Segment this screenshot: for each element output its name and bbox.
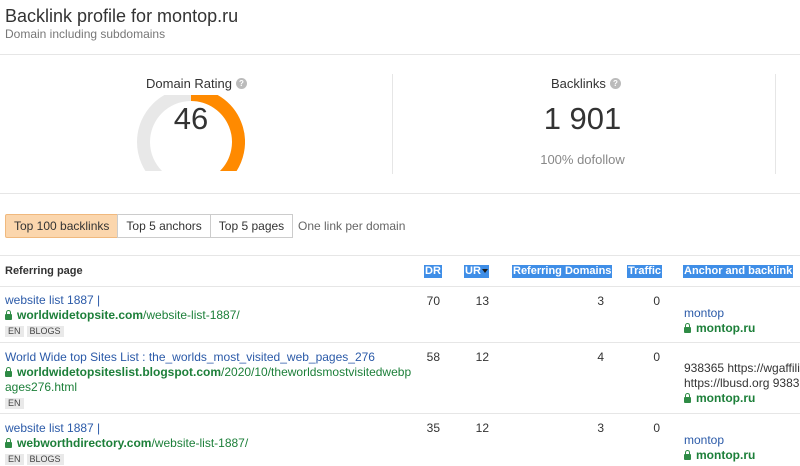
column-referring-domains[interactable]: Referring Domains [512,265,613,278]
anchor-text-line-1: 938365 https://wgaffili [684,361,800,375]
sort-desc-icon [481,269,488,274]
backlinks-value: 1 901 [543,101,622,136]
category-tag: BLOGS [26,326,64,337]
language-tag: EN [5,326,24,337]
backlink-target[interactable]: montop.ru [684,391,755,405]
lock-icon [684,450,691,460]
tags: EN BLOGS [5,451,67,465]
column-dr[interactable]: DR [424,265,442,278]
referring-page-url-continued[interactable]: ages276.html [5,380,77,395]
tags: EN BLOGS [5,323,67,337]
lock-icon [5,367,12,377]
traffic-value: 0 [653,294,660,308]
row-divider [0,342,800,343]
lock-icon [684,393,691,403]
metric-divider [392,74,393,174]
ur-value: 13 [475,294,489,308]
help-icon[interactable]: ? [236,78,247,89]
lock-icon [5,438,12,448]
anchor-text: montop [684,306,725,320]
language-tag: EN [5,454,24,465]
tab-top-5-anchors[interactable]: Top 5 anchors [117,214,211,238]
category-tag: BLOGS [26,454,64,465]
referring-page-url[interactable]: worldwidetopsiteslist.blogspot.com/2020/… [5,365,411,380]
page-subtitle: Domain including subdomains [5,27,166,41]
tab-top-100-backlinks[interactable]: Top 100 backlinks [5,214,119,238]
backlink-tabs: Top 100 backlinks Top 5 anchors Top 5 pa… [5,214,294,238]
anchor-text-line-2: https://lbusd.org 9383( [684,376,800,390]
referring-page-url[interactable]: worldwidetopsite.com/website-list-1887/ [5,308,240,323]
referring-domains-value: 4 [597,350,604,364]
referring-page-url[interactable]: webworthdirectory.com/website-list-1887/ [5,436,248,451]
metric-divider [775,74,776,174]
referring-page-title[interactable]: World Wide top Sites List : the_worlds_m… [5,350,375,364]
anchor-text: montop [684,433,725,447]
tags: EN [5,395,27,409]
help-icon[interactable]: ? [609,78,621,89]
referring-domains-value: 3 [597,294,604,308]
referring-domains-value: 3 [597,421,604,435]
one-link-per-domain-option[interactable]: One link per domain [298,219,405,233]
metrics-divider [0,193,800,194]
ur-value: 12 [475,421,489,435]
header-divider [0,54,800,55]
tab-top-5-pages[interactable]: Top 5 pages [209,214,294,238]
domain-rating-value: 46 [173,101,209,136]
referring-page-title[interactable]: website list 1887 | [5,293,100,307]
dofollow-text: 100% dofollow [540,152,625,167]
backlink-target[interactable]: montop.ru [684,448,755,462]
language-tag: EN [5,398,24,409]
dr-value: 70 [426,294,440,308]
backlink-target[interactable]: montop.ru [684,321,755,335]
column-traffic[interactable]: Traffic [627,265,663,278]
row-divider [0,413,800,414]
domain-rating-label: Domain Rating ? [146,76,247,91]
column-referring-page[interactable]: Referring page [5,265,83,277]
lock-icon [5,310,12,320]
traffic-value: 0 [653,421,660,435]
column-anchor-and-backlink[interactable]: Anchor and backlink [683,265,794,278]
page-title: Backlink profile for montop.ru [5,6,239,26]
ur-value: 12 [475,350,489,364]
referring-page-title[interactable]: website list 1887 | [5,421,100,435]
table-top-divider [0,255,800,256]
column-ur[interactable]: UR [464,265,489,278]
lock-icon [684,323,691,333]
backlinks-label: Backlinks ? [551,76,621,91]
dr-value: 35 [426,421,440,435]
traffic-value: 0 [653,350,660,364]
dr-value: 58 [426,350,440,364]
table-header-divider [0,286,800,287]
